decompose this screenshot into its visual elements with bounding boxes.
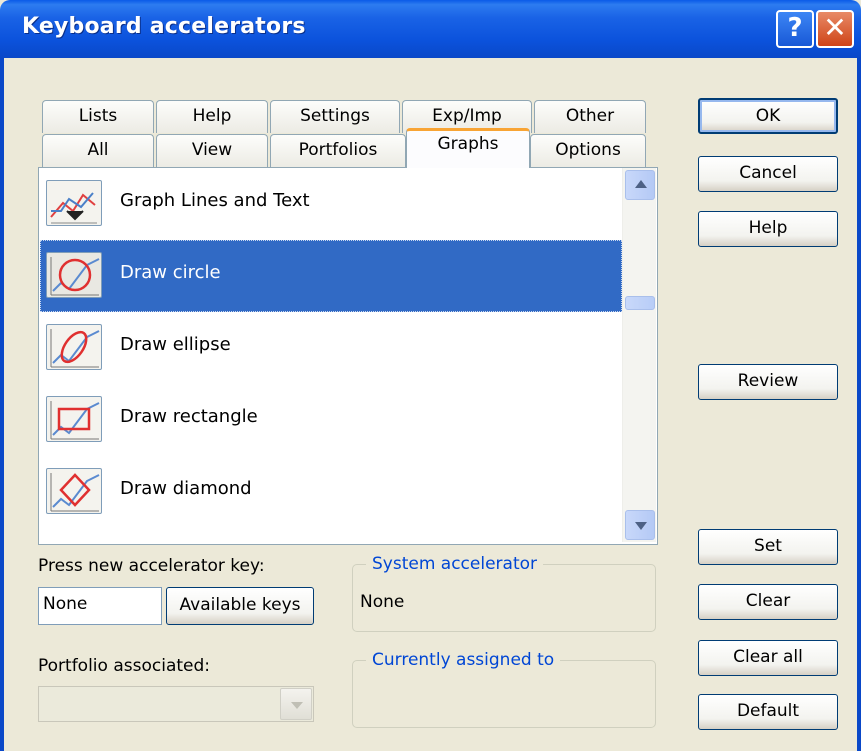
tab-lists[interactable]: Lists — [42, 100, 154, 133]
title-bar[interactable]: Keyboard accelerators ? ✕ — [0, 0, 861, 58]
keyboard-accelerators-dialog: Keyboard accelerators ? ✕ Lists Help Set… — [0, 0, 861, 751]
tab-all[interactable]: All — [42, 134, 154, 167]
scroll-down-button[interactable] — [625, 510, 655, 540]
clear-all-button[interactable]: Clear all — [698, 640, 838, 676]
list-item-label: Draw ellipse — [120, 334, 231, 355]
set-button[interactable]: Set — [698, 529, 838, 565]
tab-other[interactable]: Other — [534, 100, 646, 133]
graph-lines-text-icon — [46, 180, 102, 226]
draw-rectangle-icon — [46, 396, 102, 442]
draw-ellipse-icon — [46, 324, 102, 370]
window-title: Keyboard accelerators — [22, 14, 306, 39]
chevron-up-icon — [635, 180, 647, 188]
draw-circle-icon — [46, 252, 102, 298]
window-frame-right — [857, 58, 861, 751]
combo-dropdown-button — [280, 688, 312, 720]
system-accelerator-legend: System accelerator — [366, 554, 544, 574]
portfolio-associated-label: Portfolio associated: — [38, 656, 211, 676]
tab-settings[interactable]: Settings — [270, 100, 400, 133]
system-accelerator-value: None — [360, 592, 405, 612]
list-item[interactable]: Graph Lines and Text — [40, 168, 622, 240]
scroll-thumb[interactable] — [625, 296, 655, 310]
list-item-label: Graph Lines and Text — [120, 190, 310, 211]
list-item-label: Draw circle — [120, 262, 221, 283]
list-item[interactable]: Draw circle — [40, 240, 622, 312]
chevron-down-icon — [635, 522, 647, 530]
scroll-up-button[interactable] — [625, 170, 655, 200]
list-item[interactable]: Draw ellipse — [40, 312, 622, 384]
close-button[interactable]: ✕ — [816, 10, 854, 48]
list-scrollbar[interactable] — [622, 168, 656, 542]
help-button[interactable]: Help — [698, 211, 838, 247]
review-button[interactable]: Review — [698, 364, 838, 400]
draw-diamond-icon — [46, 468, 102, 514]
list-item-label: Draw rectangle — [120, 406, 258, 427]
accelerator-command-list[interactable]: Graph Lines and Text Draw circle Draw el… — [40, 168, 622, 542]
clear-button[interactable]: Clear — [698, 584, 838, 620]
available-keys-button[interactable]: Available keys — [166, 587, 314, 625]
list-item[interactable]: Draw diamond — [40, 456, 622, 528]
press-new-key-label: Press new accelerator key: — [38, 556, 265, 576]
chevron-down-icon — [291, 702, 303, 709]
default-button[interactable]: Default — [698, 694, 838, 730]
tab-portfolios[interactable]: Portfolios — [270, 134, 406, 167]
new-key-field[interactable]: None — [38, 587, 162, 625]
tab-help[interactable]: Help — [156, 100, 268, 133]
window-frame-left — [0, 58, 4, 751]
help-title-button[interactable]: ? — [776, 10, 814, 48]
cancel-button[interactable]: Cancel — [698, 156, 838, 192]
tab-graphs[interactable]: Graphs — [406, 128, 530, 168]
list-item[interactable]: Draw rectangle — [40, 384, 622, 456]
currently-assigned-group — [352, 660, 656, 728]
tab-options[interactable]: Options — [530, 134, 646, 167]
list-item-label: Draw diamond — [120, 478, 252, 499]
tab-view[interactable]: View — [156, 134, 268, 167]
ok-button[interactable]: OK — [698, 98, 838, 134]
currently-assigned-legend: Currently assigned to — [366, 650, 561, 670]
portfolio-combobox — [38, 686, 314, 722]
